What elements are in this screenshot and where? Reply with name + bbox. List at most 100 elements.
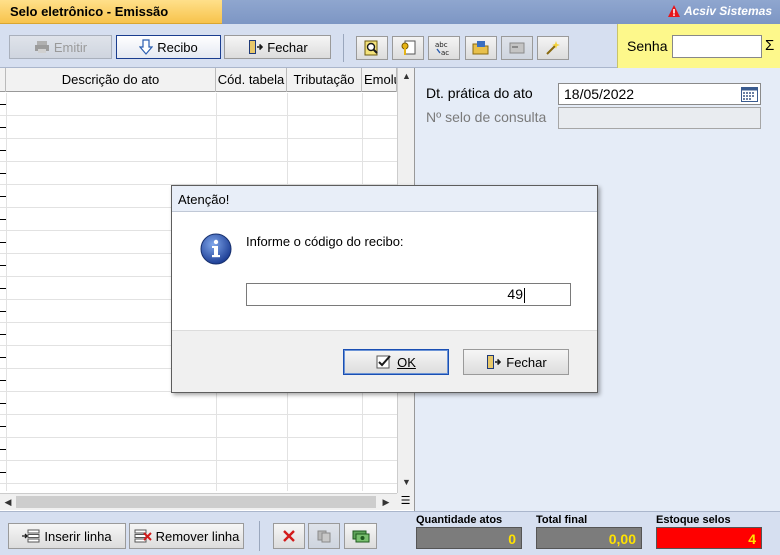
- bottom-bar: Inserir linha Remover linha Quantidade a…: [0, 511, 780, 555]
- remove-row-icon: [134, 529, 152, 543]
- toolbar-separator: [343, 34, 344, 62]
- copy-button[interactable]: [308, 523, 340, 549]
- recibo-code-input[interactable]: 49: [246, 283, 571, 306]
- row-marker: [0, 196, 6, 197]
- dialog-title-bar[interactable]: Atenção!: [172, 186, 597, 212]
- dialog-fechar-label: Fechar: [506, 354, 547, 370]
- scroll-right-icon[interactable]: ▶: [378, 494, 394, 511]
- close-x-icon: [283, 530, 295, 542]
- row-marker: [0, 472, 6, 473]
- remover-linha-label: Remover linha: [155, 528, 240, 544]
- dialog-body: Informe o código do recibo: 49: [172, 213, 597, 330]
- table-row[interactable]: [0, 162, 397, 185]
- row-marker: [0, 380, 6, 381]
- grid-menu-icon[interactable]: ☰: [397, 493, 414, 510]
- scroll-thumb[interactable]: [16, 496, 376, 508]
- inserir-linha-label: Inserir linha: [44, 528, 112, 544]
- ok-label: OK: [397, 354, 416, 370]
- insert-row-icon: [22, 529, 40, 543]
- table-row[interactable]: [0, 139, 397, 162]
- arrow-down-icon: [139, 39, 154, 55]
- magic-wand-icon: [546, 41, 560, 55]
- table-row[interactable]: [0, 415, 397, 438]
- col-cod-tabela[interactable]: Cód. tabela: [216, 68, 287, 92]
- emitir-label: Emitir: [53, 39, 88, 55]
- dt-pratica-value: 18/05/2022: [564, 86, 635, 102]
- svg-text:abc: abc: [435, 41, 448, 49]
- card-icon: [509, 42, 525, 54]
- text-caret: [524, 287, 525, 303]
- row-marker: [0, 426, 6, 427]
- emitir-button[interactable]: Emitir: [9, 35, 112, 59]
- dt-pratica-field[interactable]: 18/05/2022: [558, 83, 761, 105]
- row-marker: [0, 265, 6, 266]
- total-final-label: Total final: [536, 514, 588, 526]
- brand-name: Acsiv Sistemas: [683, 4, 772, 18]
- scroll-up-icon[interactable]: ▲: [398, 68, 415, 85]
- title-bar-right: Acsiv Sistemas: [222, 0, 780, 24]
- card-button[interactable]: [501, 36, 533, 60]
- scroll-down-icon[interactable]: ▼: [398, 474, 415, 491]
- row-marker: [0, 311, 6, 312]
- quantidade-atos-label: Quantidade atos: [416, 514, 503, 526]
- remover-linha-button[interactable]: Remover linha: [129, 523, 244, 549]
- calendar-icon[interactable]: [741, 86, 758, 102]
- row-marker: [0, 357, 6, 358]
- row-marker: [0, 150, 6, 151]
- dialog-message: Informe o código do recibo:: [246, 234, 404, 249]
- recibo-code-value: 49: [507, 286, 523, 302]
- estoque-selos-value: 4: [656, 527, 762, 549]
- brand: Acsiv Sistemas: [667, 4, 772, 18]
- window-title: Selo eletrônico - Emissão: [10, 4, 169, 19]
- spell-check-button[interactable]: abc ac: [428, 36, 460, 60]
- table-row[interactable]: [0, 438, 397, 461]
- row-marker: [0, 288, 6, 289]
- brand-logo-icon: [667, 5, 680, 17]
- delete-button[interactable]: [273, 523, 305, 549]
- row-marker: [0, 104, 6, 105]
- bottom-separator: [259, 521, 260, 551]
- printer-icon: [34, 41, 49, 53]
- sigma-icon[interactable]: Σ: [765, 37, 774, 54]
- selo-consulta-field[interactable]: [558, 107, 761, 129]
- row-marker: [0, 242, 6, 243]
- key-doc-button[interactable]: [392, 36, 424, 60]
- table-row[interactable]: [0, 116, 397, 139]
- dialog-fechar-button[interactable]: Fechar: [463, 349, 569, 375]
- spell-check-icon: abc ac: [435, 41, 449, 57]
- scroll-left-icon[interactable]: ◀: [0, 494, 16, 511]
- inserir-linha-button[interactable]: Inserir linha: [8, 523, 126, 549]
- money-button[interactable]: [344, 523, 377, 549]
- key-doc-icon: [401, 40, 416, 55]
- row-marker: [0, 403, 6, 404]
- senha-input[interactable]: [672, 35, 762, 58]
- exit-door-icon: [249, 40, 264, 54]
- search-doc-icon: [364, 40, 378, 56]
- table-row[interactable]: [0, 461, 397, 484]
- info-icon: [200, 233, 232, 265]
- search-doc-button[interactable]: [356, 36, 388, 60]
- estoque-selos-label: Estoque selos: [656, 514, 731, 526]
- col-emolumentos[interactable]: Emolu: [362, 68, 397, 92]
- dt-pratica-label: Dt. prática do ato: [426, 85, 533, 101]
- magic-wand-button[interactable]: [537, 36, 569, 60]
- grid-horizontal-scrollbar[interactable]: ◀ ▶: [0, 493, 397, 510]
- col-descricao[interactable]: Descrição do ato: [6, 68, 216, 92]
- fechar-button[interactable]: Fechar: [224, 35, 331, 59]
- folder-open-icon: [472, 41, 489, 55]
- fechar-label: Fechar: [267, 39, 308, 55]
- money-icon: [352, 530, 369, 543]
- senha-label: Senha: [627, 38, 668, 54]
- exit-door-icon: [487, 355, 502, 369]
- table-row[interactable]: [0, 392, 397, 415]
- ok-button[interactable]: OK: [343, 349, 449, 375]
- row-marker: [0, 334, 6, 335]
- atencao-dialog: Atenção! Informe o código do recibo: 49: [171, 185, 598, 393]
- row-marker: [0, 173, 6, 174]
- col-tributacao[interactable]: Tributação: [287, 68, 362, 92]
- folder-open-button[interactable]: [465, 36, 497, 60]
- dialog-title: Atenção!: [178, 192, 230, 207]
- table-row[interactable]: [0, 93, 397, 116]
- title-bar: Selo eletrônico - Emissão Acsiv Sistemas: [0, 0, 780, 24]
- recibo-button[interactable]: Recibo: [116, 35, 221, 59]
